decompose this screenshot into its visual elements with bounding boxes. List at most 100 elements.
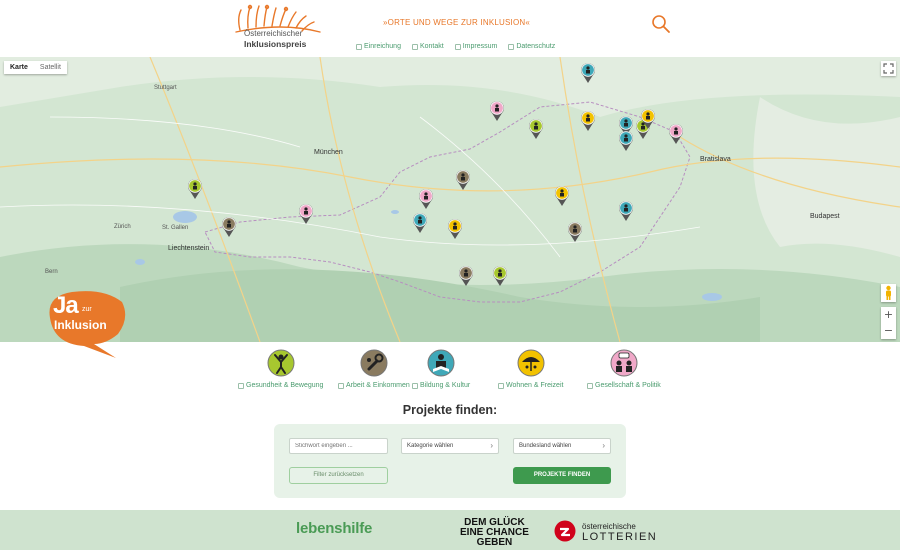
category-label: Wohnen & Freizeit [498,382,563,389]
category-label: Bildung & Kultur [412,382,470,389]
category-gesellschaft[interactable]: Gesellschaft & Politik [587,349,661,389]
map-type-karte[interactable]: Karte [4,61,34,74]
project-finder-panel [274,424,626,498]
map-marker-gesundheit[interactable] [492,265,508,287]
city-label: Liechtenstein [168,245,210,252]
keyword-input[interactable] [289,438,388,454]
zoom-out-button[interactable]: − [881,323,896,339]
search-icon [652,15,670,33]
education-icon [427,349,455,377]
city-label: Zürich [114,224,131,230]
reset-filter-button[interactable]: Filter zurücksetzen [289,467,388,484]
category-label-text: Gesellschaft & Politik [595,382,661,389]
city-label: München [314,149,343,156]
nav-link-datenschutz[interactable]: Datenschutz [508,43,555,50]
badge-zur: zur [82,306,92,313]
map-marker-bildung[interactable] [412,212,428,234]
chevron-right-icon: › [490,441,493,450]
map-marker-arbeit[interactable] [458,265,474,287]
fullscreen-button[interactable] [881,61,896,76]
map-marker-wohnen[interactable] [447,218,463,240]
category-bildung[interactable]: Bildung & Kultur [412,349,470,389]
city-label: Bratislava [700,156,731,163]
zoom-in-button[interactable]: + [881,307,896,323]
work-icon [360,349,388,377]
lotterien-text-top: österreichische [582,522,636,531]
logo-text-line2: Inklusionspreis [244,39,307,49]
glueck-slogan: DEM GLÜCK EINE CHANCE GEBEN [460,518,529,548]
site-logo[interactable]: Österreichischer Inklusionspreis [222,4,330,54]
external-link-icon [498,382,504,389]
map-marker-gesundheit[interactable] [528,118,544,140]
badge-ja: Ja [53,292,79,319]
map-marker-gesundheit[interactable] [187,178,203,200]
fullscreen-icon [883,63,894,74]
finder-title: Projekte finden: [402,403,498,417]
category-label-text: Gesundheit & Bewegung [246,382,324,389]
map-marker-wohnen[interactable] [640,108,656,130]
city-label: Bern [45,269,58,275]
nav-link-label: Impressum [462,43,498,50]
nav-link-label: Kontakt [419,43,444,50]
map-terrain [0,57,900,342]
state-select-value: Bundesland wählen [519,443,572,449]
external-link-icon [508,43,515,50]
nav-link-label: Datenschutz [516,43,556,50]
map-type-control: Karte Satellit [4,61,67,74]
map-marker-gesellschaft[interactable] [298,203,314,225]
society-icon [610,349,638,377]
badge-inklusion: Inklusion [54,318,107,332]
sponsor-footer [0,510,900,550]
housing-icon [517,349,545,377]
external-link-icon [587,382,593,389]
street-view-button[interactable] [881,284,896,302]
map-marker-arbeit[interactable] [455,169,471,191]
external-link-icon [338,382,344,389]
external-link-icon [238,382,244,389]
nav-link-label: Einreichung [364,43,401,50]
nav-link-einreichung[interactable]: Einreichung [356,43,401,50]
logo-text-line1: Österreichischer [244,29,303,38]
map-marker-bildung[interactable] [618,200,634,222]
external-link-icon [356,43,362,50]
lotterien-text-bottom: LOTTERIEN [582,531,658,543]
category-gesundheit[interactable]: Gesundheit & Bewegung [238,349,323,389]
nav-link-kontakt[interactable]: Kontakt [411,43,444,50]
map-type-satellit[interactable]: Satellit [34,61,67,74]
map-marker-arbeit[interactable] [221,216,237,238]
map-marker-bildung[interactable] [618,130,634,152]
city-label: St. Gallen [162,225,189,231]
map-marker-gesellschaft[interactable] [418,188,434,210]
project-map[interactable]: Karte Satellit + − Stuttgart München Zür… [0,57,900,342]
search-button[interactable] [651,14,671,34]
city-label: Budapest [810,213,840,220]
state-select[interactable]: Bundesland wählen › [513,438,611,454]
map-marker-wohnen[interactable] [554,185,570,207]
pegman-icon [886,285,891,300]
site-header: Österreichischer Inklusionspreis »ORTE U… [0,0,900,57]
category-label: Gesundheit & Bewegung [238,382,323,389]
category-wohnen[interactable]: Wohnen & Freizeit [498,349,563,389]
category-label: Gesellschaft & Politik [587,382,661,389]
find-projects-button[interactable]: PROJEKTE FINDEN [513,467,611,484]
category-label: Arbeit & Einkommen [338,382,410,389]
map-marker-bildung[interactable] [580,62,596,84]
lotterien-logo-icon[interactable] [554,520,576,542]
health-icon [267,349,295,377]
top-navigation: Einreichung Kontakt Impressum Datenschut… [356,43,555,50]
map-marker-gesellschaft[interactable] [489,100,505,122]
map-marker-gesellschaft[interactable] [668,123,684,145]
zoom-control: + − [881,307,896,339]
category-arbeit[interactable]: Arbeit & Einkommen [338,349,410,389]
category-label-text: Wohnen & Freizeit [506,382,564,389]
category-label-text: Bildung & Kultur [420,382,471,389]
map-marker-arbeit[interactable] [567,221,583,243]
category-select[interactable]: Kategorie wählen › [401,438,499,454]
external-link-icon [411,43,418,50]
map-marker-wohnen[interactable] [580,110,596,132]
slogan-line: GEBEN [476,537,513,548]
category-select-value: Kategorie wählen [407,443,454,449]
nav-link-impressum[interactable]: Impressum [454,43,498,50]
city-label: Stuttgart [154,85,177,91]
lebenshilfe-logo[interactable]: lebenshilfe [296,520,372,537]
